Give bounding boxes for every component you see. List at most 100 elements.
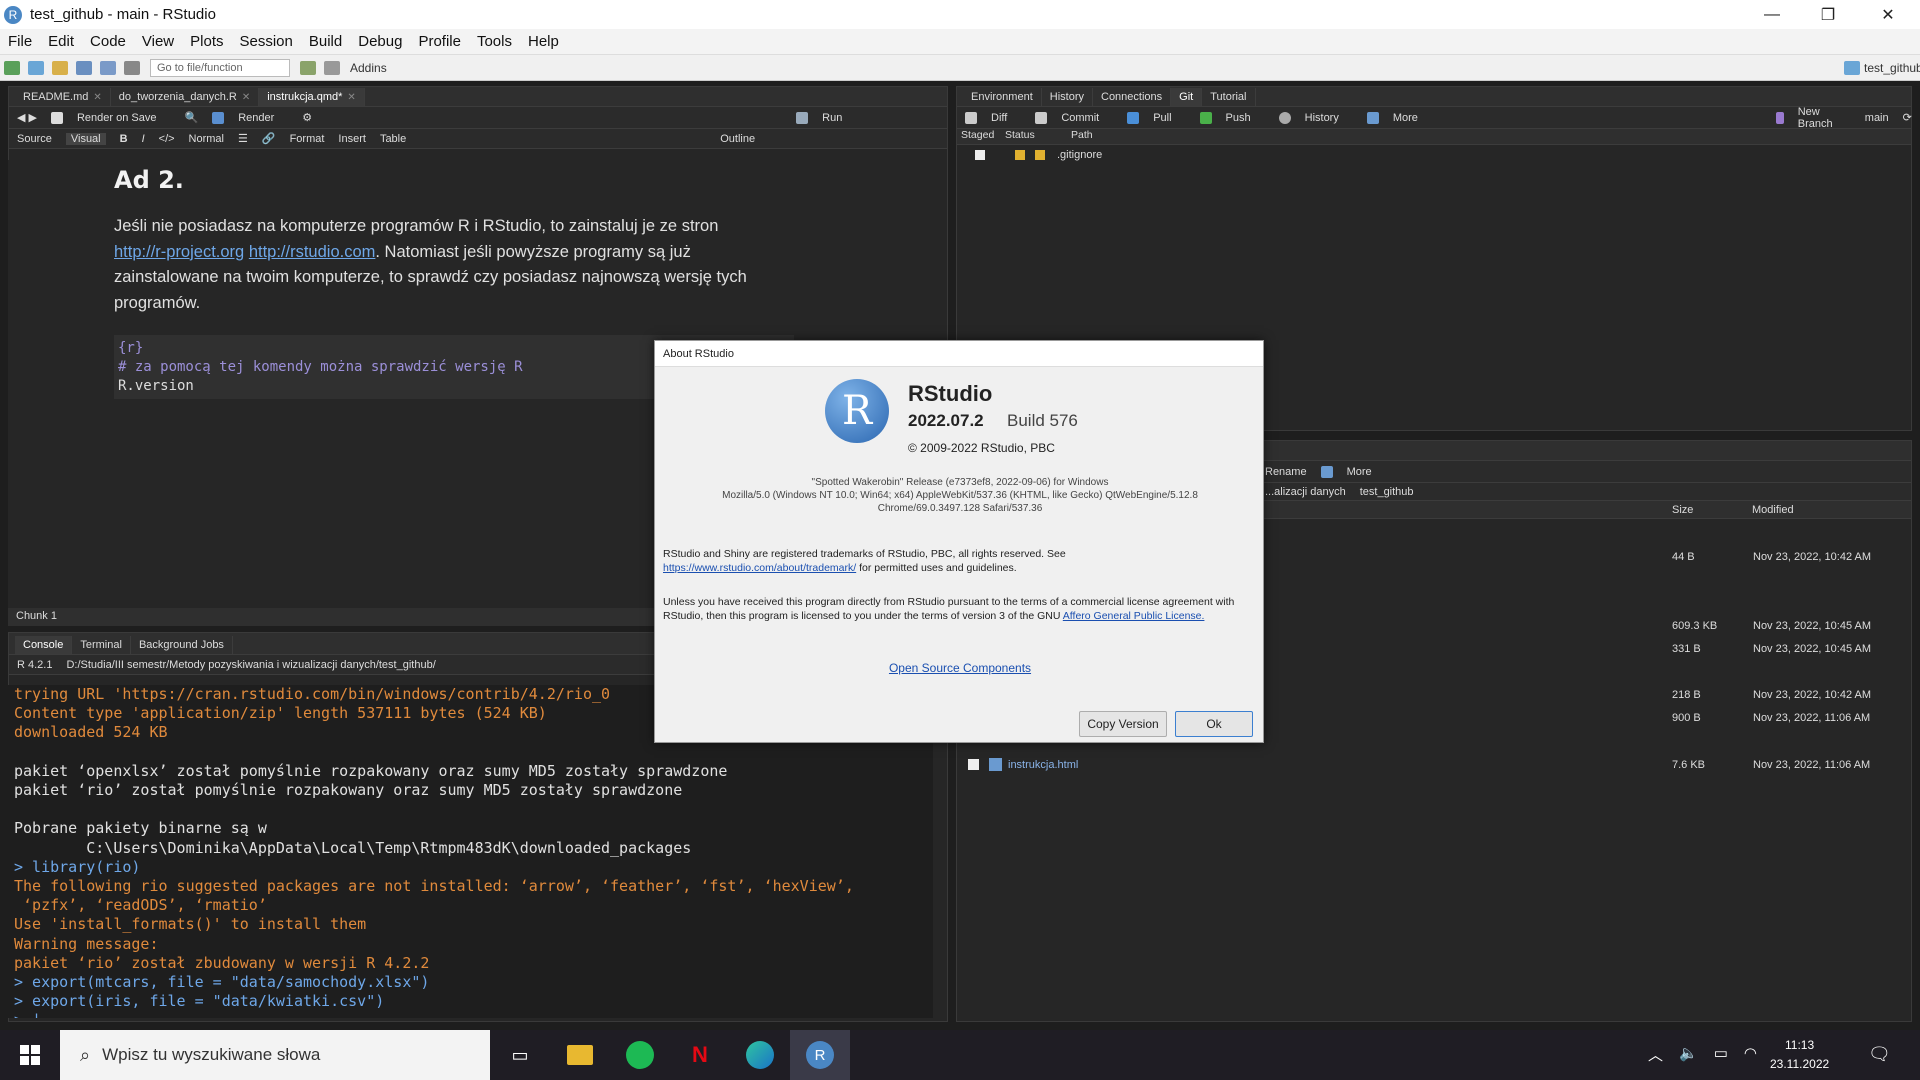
new-project-icon[interactable]: [28, 60, 44, 75]
restore-button[interactable]: ❐: [1800, 0, 1856, 29]
minimize-button[interactable]: —: [1744, 0, 1800, 29]
chevron-up-icon[interactable]: ︿: [1648, 1044, 1663, 1065]
task-view-icon[interactable]: ▭: [490, 1030, 550, 1080]
col-path[interactable]: Path: [1071, 129, 1093, 144]
render-button[interactable]: Render: [212, 111, 288, 124]
menu-session[interactable]: Session: [232, 33, 301, 50]
close-tab-icon[interactable]: ✕: [93, 92, 101, 103]
clock[interactable]: 11:13 23.11.2022: [1770, 1036, 1829, 1074]
col-status[interactable]: Status: [1005, 129, 1071, 144]
menu-tools[interactable]: Tools: [469, 33, 520, 50]
close-button[interactable]: ✕: [1860, 0, 1916, 29]
new-branch-button[interactable]: New Branch: [1775, 106, 1851, 130]
copy-version-button[interactable]: Copy Version: [1079, 711, 1167, 737]
spotify-icon[interactable]: [610, 1030, 670, 1080]
tab-connections[interactable]: Connections: [1093, 88, 1172, 106]
tab-readme[interactable]: README.md ✕: [15, 88, 111, 106]
history-button[interactable]: History: [1278, 111, 1353, 124]
vcs-icon[interactable]: [300, 60, 316, 75]
link-rstudio[interactable]: http://rstudio.com: [249, 243, 376, 261]
close-tab-icon[interactable]: ✕: [347, 92, 355, 103]
run-button[interactable]: Run: [796, 111, 856, 124]
volume-icon[interactable]: 🔈: [1679, 1044, 1698, 1065]
goto-file-input[interactable]: Go to file/function: [150, 58, 290, 77]
back-icon[interactable]: ◀ ▶: [17, 111, 37, 124]
tab-background-jobs[interactable]: Background Jobs: [131, 636, 233, 654]
col-staged[interactable]: Staged: [961, 129, 1005, 144]
ok-button[interactable]: Ok: [1175, 711, 1253, 737]
save-icon[interactable]: [76, 60, 92, 75]
col-size[interactable]: Size: [1672, 504, 1693, 516]
grid-icon[interactable]: [324, 60, 340, 75]
project-menu[interactable]: test_github: [1840, 60, 1920, 75]
battery-icon[interactable]: ▭: [1714, 1044, 1728, 1065]
wifi-icon[interactable]: ◠: [1744, 1044, 1757, 1065]
notifications-icon[interactable]: 🗨: [1868, 1044, 1891, 1065]
menu-profile[interactable]: Profile: [410, 33, 469, 50]
new-file-icon[interactable]: [4, 60, 20, 75]
code-button[interactable]: </>: [159, 133, 175, 145]
open-source-components-link[interactable]: Open Source Components: [889, 661, 1031, 675]
bullet-list-icon[interactable]: ☰: [238, 132, 248, 145]
gear-icon[interactable]: ⚙: [302, 111, 312, 124]
tab-history[interactable]: History: [1042, 88, 1093, 106]
license-link[interactable]: Affero General Public License.: [1063, 610, 1205, 622]
tab-do-tworzenia[interactable]: do_tworzenia_danych.R ✕: [111, 88, 260, 106]
tab-tutorial[interactable]: Tutorial: [1202, 88, 1256, 106]
style-select[interactable]: Normal: [189, 133, 224, 145]
git-file-row[interactable]: .gitignore: [957, 145, 1911, 165]
trademark-link[interactable]: https://www.rstudio.com/about/trademark/: [663, 562, 856, 574]
menu-code[interactable]: Code: [82, 33, 134, 50]
menu-view[interactable]: View: [134, 33, 182, 50]
stage-checkbox[interactable]: [975, 150, 985, 160]
link-r-project[interactable]: http://r-project.org: [114, 243, 244, 261]
diff-button[interactable]: Diff: [965, 111, 1021, 124]
file-row-instrukcja[interactable]: instrukcja.html: [968, 758, 1078, 771]
tab-environment[interactable]: Environment: [963, 88, 1042, 106]
menu-file[interactable]: File: [0, 33, 40, 50]
menu-build[interactable]: Build: [301, 33, 350, 50]
rename-button[interactable]: Rename: [1265, 466, 1307, 478]
col-modified[interactable]: Modified: [1752, 504, 1794, 516]
pull-button[interactable]: Pull: [1127, 111, 1185, 124]
breadcrumb-item[interactable]: ...alizacji danych: [1265, 486, 1346, 498]
file-name[interactable]: instrukcja.html: [1008, 759, 1078, 771]
search-icon[interactable]: 🔍: [184, 111, 198, 124]
edge-icon[interactable]: [730, 1030, 790, 1080]
print-icon[interactable]: [124, 60, 140, 75]
close-tab-icon[interactable]: ✕: [242, 92, 250, 103]
insert-menu[interactable]: Insert: [338, 133, 366, 145]
more-menu[interactable]: More: [1366, 111, 1432, 124]
netflix-icon[interactable]: N: [670, 1030, 730, 1080]
chunk-label[interactable]: Chunk 1: [16, 610, 57, 622]
file-checkbox[interactable]: [968, 759, 979, 770]
tab-terminal[interactable]: Terminal: [72, 636, 131, 654]
tab-git[interactable]: Git: [1171, 88, 1203, 106]
files-more-menu[interactable]: More: [1320, 465, 1386, 478]
menu-help[interactable]: Help: [520, 33, 567, 50]
windows-start-icon[interactable]: [0, 1030, 60, 1080]
menu-edit[interactable]: Edit: [40, 33, 82, 50]
push-button[interactable]: Push: [1199, 111, 1265, 124]
save-all-icon[interactable]: [100, 60, 116, 75]
italic-button[interactable]: I: [142, 133, 145, 145]
bold-button[interactable]: B: [120, 133, 128, 145]
file-explorer-icon[interactable]: [550, 1030, 610, 1080]
outline-button[interactable]: Outline: [720, 133, 755, 145]
refresh-icon[interactable]: ⟳: [1903, 111, 1912, 124]
breadcrumb-item[interactable]: test_github: [1360, 486, 1414, 498]
commit-button[interactable]: Commit: [1035, 111, 1113, 124]
link-icon[interactable]: 🔗: [262, 132, 276, 145]
tab-instrukcja[interactable]: instrukcja.qmd* ✕: [259, 88, 365, 106]
working-directory[interactable]: D:/Studia/III semestr/Metody pozyskiwani…: [66, 659, 435, 671]
menu-plots[interactable]: Plots: [182, 33, 231, 50]
visual-mode-button[interactable]: Visual: [65, 132, 106, 145]
menu-debug[interactable]: Debug: [350, 33, 410, 50]
table-menu[interactable]: Table: [380, 133, 406, 145]
addins-menu[interactable]: Addins: [350, 61, 387, 75]
render-on-save-checkbox[interactable]: Render on Save: [50, 111, 171, 124]
tab-console[interactable]: Console: [15, 636, 73, 654]
open-file-icon[interactable]: [52, 60, 68, 75]
format-menu[interactable]: Format: [290, 133, 325, 145]
branch-select[interactable]: main: [1865, 112, 1889, 124]
